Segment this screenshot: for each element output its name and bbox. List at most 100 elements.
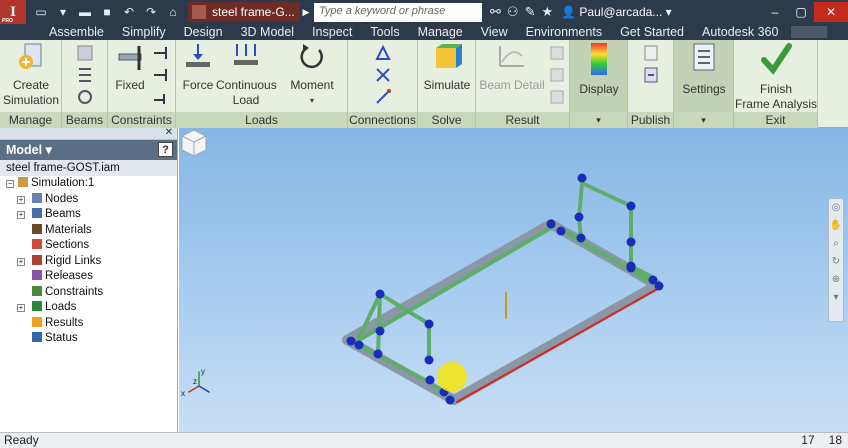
- fixed-button[interactable]: Fixed: [112, 42, 148, 93]
- tab-view[interactable]: View: [472, 24, 517, 40]
- frame-model[interactable]: y xz: [179, 128, 848, 432]
- panel-close-icon[interactable]: ✕: [165, 127, 173, 138]
- graphics-viewport[interactable]: y xz ◎ ✋ ⌕ ↻ ⊕ ▾: [179, 128, 848, 432]
- selected-beam[interactable]: [456, 287, 660, 403]
- tab-get-started[interactable]: Get Started: [611, 24, 693, 40]
- create-simulation-button[interactable]: Create Simulation: [2, 42, 60, 108]
- tab-3d-model[interactable]: 3D Model: [232, 24, 304, 40]
- tab-manage[interactable]: Manage: [409, 24, 472, 40]
- tree-item-nodes[interactable]: + Nodes: [0, 192, 177, 208]
- viewcube-icon[interactable]: [179, 128, 209, 158]
- export-icon[interactable]: [642, 66, 660, 84]
- home-icon[interactable]: ⌂: [164, 3, 182, 21]
- navigation-bar[interactable]: ◎ ✋ ⌕ ↻ ⊕ ▾: [828, 198, 844, 322]
- beam[interactable]: [352, 224, 556, 345]
- expand-icon[interactable]: +: [17, 304, 25, 312]
- frame-node[interactable]: [626, 201, 636, 211]
- open-folder-icon[interactable]: ▬: [76, 3, 94, 21]
- tree-root[interactable]: steel frame-GOST.iam: [0, 160, 177, 176]
- expand-icon[interactable]: +: [17, 195, 25, 204]
- beam-section-icon[interactable]: [76, 44, 94, 62]
- dropdown-icon[interactable]: ▾: [54, 3, 72, 21]
- frame-node[interactable]: [626, 263, 636, 273]
- steering-wheel-icon[interactable]: ◎: [829, 199, 843, 217]
- frame-node[interactable]: [354, 340, 364, 350]
- force-button[interactable]: Force: [180, 42, 216, 93]
- tree-simulation[interactable]: − Simulation:1: [0, 176, 177, 192]
- frame-node[interactable]: [445, 395, 455, 405]
- zoom-icon[interactable]: ⌕: [829, 235, 843, 253]
- frame-node[interactable]: [424, 355, 434, 365]
- release-icon[interactable]: [374, 44, 392, 62]
- beam[interactable]: [352, 341, 431, 384]
- beam[interactable]: [376, 292, 382, 358]
- wrench-icon[interactable]: ✎: [525, 4, 536, 20]
- tree-item-loads[interactable]: + Loads: [0, 300, 177, 316]
- report-icon[interactable]: [642, 44, 660, 62]
- orbit-icon[interactable]: ↻: [829, 253, 843, 271]
- minimize-button[interactable]: –: [762, 2, 788, 22]
- frame-node[interactable]: [375, 326, 385, 336]
- tab-autodesk-360[interactable]: Autodesk 360: [693, 24, 787, 40]
- frame-node[interactable]: [556, 226, 566, 236]
- new-file-icon[interactable]: ▭: [32, 3, 50, 21]
- save-icon[interactable]: ■: [98, 3, 116, 21]
- expand-icon[interactable]: +: [17, 211, 25, 219]
- frame-node[interactable]: [654, 281, 664, 291]
- result-probe-icon[interactable]: [548, 66, 566, 84]
- custom-constraint-icon[interactable]: [152, 88, 170, 106]
- frame-node[interactable]: [346, 336, 356, 346]
- frame-node[interactable]: [574, 212, 584, 222]
- frame-node[interactable]: [375, 289, 385, 299]
- beam-shadow[interactable]: [449, 280, 662, 405]
- display-button[interactable]: Display: [572, 42, 626, 97]
- help-icon[interactable]: ?: [158, 142, 173, 157]
- tree-item-rigid-links[interactable]: + Rigid Links: [0, 254, 177, 270]
- tab-tools[interactable]: Tools: [361, 24, 408, 40]
- beam-material-icon[interactable]: [76, 88, 94, 106]
- user-account[interactable]: 👤 Paul@arcada... ▾: [561, 5, 672, 19]
- axis-x[interactable]: [188, 385, 200, 393]
- maximize-button[interactable]: ▢: [788, 2, 814, 22]
- tab-environments[interactable]: Environments: [517, 24, 611, 40]
- tree-item-materials[interactable]: Materials: [0, 223, 177, 239]
- nav-dropdown-icon[interactable]: ▾: [829, 289, 843, 307]
- tree-item-status[interactable]: Status: [0, 331, 177, 347]
- tree-item-constraints[interactable]: Constraints: [0, 285, 177, 301]
- beam[interactable]: [580, 181, 633, 208]
- settings-button[interactable]: Settings: [676, 42, 732, 97]
- search-input[interactable]: Type a keyword or phrase: [314, 2, 482, 22]
- settings-dropdown[interactable]: ▾: [674, 112, 733, 128]
- expand-icon[interactable]: +: [17, 257, 25, 266]
- users-icon[interactable]: ⚇: [507, 4, 519, 20]
- app-logo[interactable]: I PRO: [0, 0, 26, 24]
- result-diagram-icon[interactable]: [548, 44, 566, 62]
- model-browser-header[interactable]: Model ▾ ?: [0, 140, 177, 160]
- tree-item-sections[interactable]: Sections: [0, 238, 177, 254]
- moment-button[interactable]: Moment ▾: [284, 42, 340, 108]
- frame-node[interactable]: [546, 219, 556, 229]
- binoculars-icon[interactable]: ⚯: [490, 4, 501, 20]
- beam-property-icon[interactable]: [76, 66, 94, 84]
- pan-icon[interactable]: ✋: [829, 217, 843, 235]
- beam-detail-button[interactable]: Beam Detail: [478, 42, 546, 93]
- frame-node[interactable]: [577, 173, 587, 183]
- floating-constraint-icon[interactable]: [152, 66, 170, 84]
- tab-simplify[interactable]: Simplify: [113, 24, 175, 40]
- tab-assemble[interactable]: Assemble: [40, 24, 113, 40]
- pinned-constraint-icon[interactable]: [152, 44, 170, 62]
- finish-frame-analysis-button[interactable]: Finish Frame Analysis: [734, 42, 818, 112]
- undo-icon[interactable]: ↶: [120, 3, 138, 21]
- result-values-icon[interactable]: [548, 88, 566, 106]
- frame-node[interactable]: [373, 349, 383, 359]
- tab-inspect[interactable]: Inspect: [303, 24, 361, 40]
- collapse-icon[interactable]: −: [6, 180, 14, 188]
- tree-item-releases[interactable]: Releases: [0, 269, 177, 285]
- continuous-load-button[interactable]: Continuous Load: [216, 42, 277, 108]
- star-icon[interactable]: ★: [541, 4, 553, 20]
- frame-node[interactable]: [424, 319, 434, 329]
- simulate-button[interactable]: Simulate: [420, 42, 474, 93]
- display-dropdown[interactable]: ▾: [570, 112, 627, 128]
- ribbon-toggle-button[interactable]: [791, 26, 828, 38]
- document-tab[interactable]: steel frame-G...: [188, 2, 300, 22]
